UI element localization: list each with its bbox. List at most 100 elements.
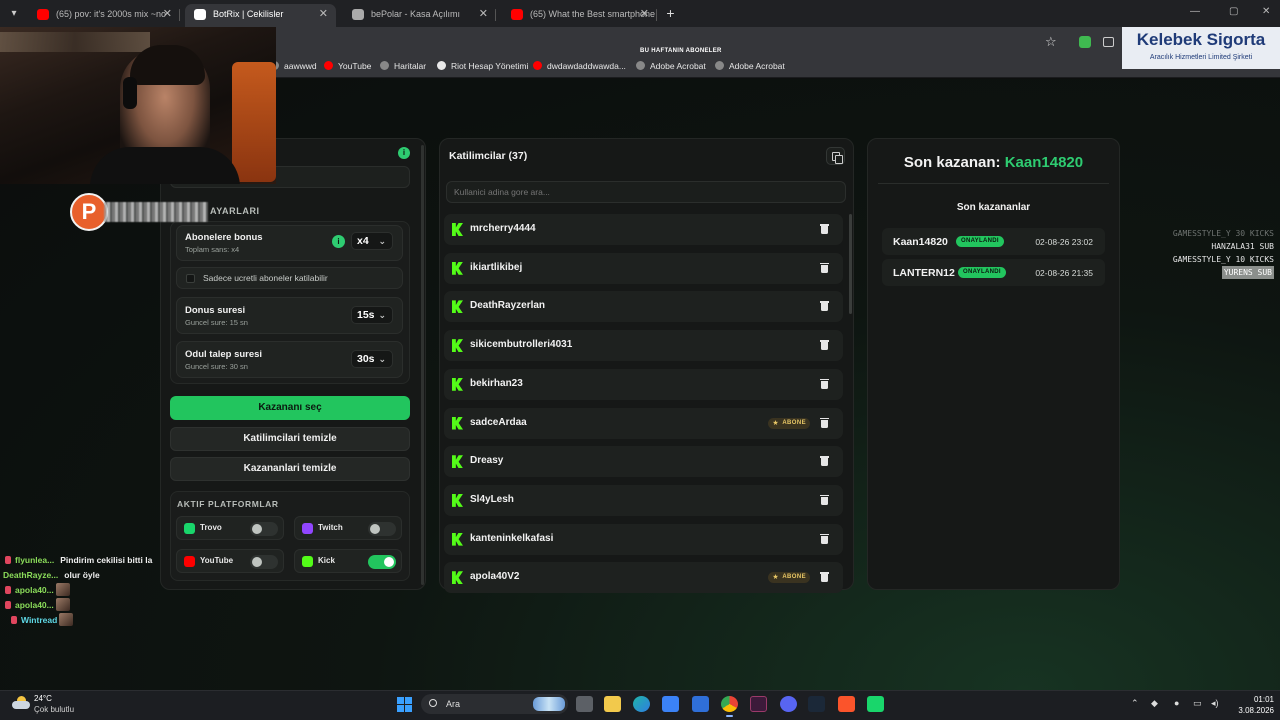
- bookmark-star-icon[interactable]: ☆: [1045, 34, 1057, 50]
- sub-bonus-info-icon[interactable]: i: [332, 235, 345, 248]
- brave-icon[interactable]: [838, 696, 855, 712]
- trash-icon[interactable]: [818, 377, 833, 392]
- mail-icon[interactable]: [692, 696, 709, 712]
- editor-icon[interactable]: [750, 696, 767, 712]
- chat-username: flyunlea...: [15, 555, 55, 565]
- edge-icon[interactable]: [633, 696, 650, 712]
- kick-badge-icon: [5, 556, 11, 564]
- chat-message: flyunlea... Pindirim cekilisi bitti la: [3, 553, 152, 568]
- info-icon[interactable]: i: [398, 147, 410, 159]
- clear-winners-button[interactable]: Kazananlari temizle: [170, 457, 410, 481]
- tray-app-icon[interactable]: ◆: [1151, 698, 1158, 709]
- participant-row: Dreasy: [444, 446, 843, 478]
- participant-search-input[interactable]: [446, 181, 846, 203]
- subscriber-ticker: BU HAFTANIN ABONELER: [640, 48, 722, 54]
- bookmark-label: Adobe Acrobat: [650, 61, 706, 71]
- clock-date: 3.08.2026: [1238, 706, 1274, 715]
- bookmark-item[interactable]: Riot Hesap Yönetimi: [437, 61, 528, 71]
- chat-message: DeathRayze... olur öyle: [3, 568, 152, 583]
- kick-icon: [452, 377, 463, 391]
- bookmark-icon: [636, 61, 645, 70]
- platform-label: Trovo: [200, 523, 222, 532]
- maximize-icon[interactable]: ▢: [1229, 6, 1238, 17]
- trash-icon[interactable]: [818, 222, 833, 237]
- bookmark-item[interactable]: Adobe Acrobat: [636, 61, 706, 71]
- platform-toggle[interactable]: [368, 555, 396, 569]
- kick-icon: [452, 532, 463, 546]
- close-tab-icon[interactable]: ✕: [640, 4, 649, 25]
- trash-icon[interactable]: [818, 338, 833, 353]
- paid-only-row[interactable]: Sadece ucretli aboneler katilabilir: [176, 267, 403, 289]
- trash-icon[interactable]: [818, 454, 833, 469]
- new-tab-button[interactable]: +: [662, 5, 679, 22]
- weather-temp[interactable]: 24°C: [34, 694, 52, 703]
- claim-duration-select[interactable]: 30s ⌄: [351, 350, 393, 368]
- taskbar-clock[interactable]: 01:01 3.08.2026: [1234, 694, 1274, 716]
- toggle-knob: [252, 524, 262, 534]
- trash-icon[interactable]: [818, 299, 833, 314]
- browser-tab[interactable]: (65) What the Best smartphone ✕: [502, 4, 657, 27]
- copy-icon[interactable]: [826, 147, 845, 165]
- sponsor-subtitle: Aracılık Hizmetleri Limited Şirketi: [1149, 54, 1253, 61]
- browser-tab[interactable]: BotRix | Cekilisler ✕: [185, 4, 336, 27]
- minimize-icon[interactable]: —: [1190, 6, 1200, 17]
- volume-icon[interactable]: ◂): [1211, 698, 1219, 709]
- paid-only-checkbox[interactable]: [186, 274, 195, 283]
- participant-name: mrcherry4444: [470, 223, 536, 234]
- trash-icon[interactable]: [818, 570, 833, 585]
- event-line: GAMESSTYLE_Y 30 KICKS: [1150, 227, 1274, 240]
- participant-name: kanteninkelkafasi: [470, 532, 554, 544]
- trash-icon[interactable]: [818, 261, 833, 276]
- extension-shield-icon[interactable]: [1079, 36, 1091, 48]
- close-window-icon[interactable]: ✕: [1262, 6, 1270, 17]
- chevron-down-icon: ⌄: [378, 236, 386, 246]
- browser-tab[interactable]: bePolar - Kasa Açılımı ✕: [343, 4, 496, 27]
- file-explorer-icon[interactable]: [604, 696, 621, 712]
- close-tab-icon[interactable]: ✕: [479, 4, 488, 25]
- platform-toggle[interactable]: [250, 522, 278, 536]
- bookmark-item[interactable]: aawwwd: [270, 61, 317, 71]
- trash-icon[interactable]: [818, 416, 833, 431]
- close-tab-icon[interactable]: ✕: [319, 4, 328, 25]
- clear-participants-button[interactable]: Katilimcilari temizle: [170, 427, 410, 451]
- steam-icon[interactable]: [808, 696, 825, 712]
- tray-chevron-icon[interactable]: ⌃: [1131, 698, 1139, 709]
- windows-start-icon[interactable]: [397, 697, 412, 712]
- settings-scrollbar[interactable]: [421, 145, 424, 585]
- taskbar-search[interactable]: Ara: [421, 694, 568, 714]
- weather-icon[interactable]: [12, 696, 30, 710]
- trash-icon[interactable]: [818, 532, 833, 547]
- microphone-icon[interactable]: ●: [1174, 698, 1179, 708]
- extension-icon[interactable]: [1103, 37, 1114, 47]
- trash-icon[interactable]: [818, 493, 833, 508]
- discord-icon[interactable]: [780, 696, 797, 712]
- chrome-icon[interactable]: [721, 696, 738, 717]
- claim-duration-value: 30s: [357, 353, 375, 365]
- platform-toggle[interactable]: [250, 555, 278, 569]
- bonus-duration-select[interactable]: 15s ⌄: [351, 306, 393, 324]
- app-icon[interactable]: [867, 696, 884, 712]
- bookmark-item[interactable]: Adobe Acrobat: [715, 61, 785, 71]
- kick-badge-icon: [5, 601, 11, 609]
- tab-label: (65) pov: it's 2000s mix ~no: [56, 9, 167, 19]
- network-icon[interactable]: ▭: [1193, 698, 1202, 709]
- sub-bonus-select[interactable]: x4 ⌄: [351, 232, 393, 250]
- tab-separator: [656, 9, 657, 21]
- bookmark-label: Adobe Acrobat: [729, 61, 785, 71]
- browser-tab[interactable]: (65) pov: it's 2000s mix ~no ✕: [28, 4, 180, 27]
- task-view-icon[interactable]: [576, 696, 593, 712]
- bookmark-item[interactable]: YouTube: [324, 61, 371, 71]
- kick-icon: [452, 339, 463, 353]
- tab-search-icon[interactable]: ▾: [5, 5, 23, 22]
- participant-row: kanteninkelkafasi: [444, 523, 843, 555]
- participants-scrollbar[interactable]: [849, 214, 852, 314]
- chat-username: DeathRayze...: [3, 570, 59, 580]
- bookmark-item[interactable]: dwdawdaddwawda...: [533, 61, 626, 71]
- weather-desc[interactable]: Çok bulutlu: [34, 705, 74, 714]
- store-icon[interactable]: [662, 696, 679, 712]
- platform-toggle[interactable]: [368, 522, 396, 536]
- close-tab-icon[interactable]: ✕: [163, 4, 172, 25]
- winner-row: Kaan14820 ONAYLANDI 02-08-26 23:02: [882, 228, 1105, 255]
- pick-winner-button[interactable]: Kazananı seç: [170, 396, 410, 420]
- bookmark-item[interactable]: Haritalar: [380, 61, 426, 71]
